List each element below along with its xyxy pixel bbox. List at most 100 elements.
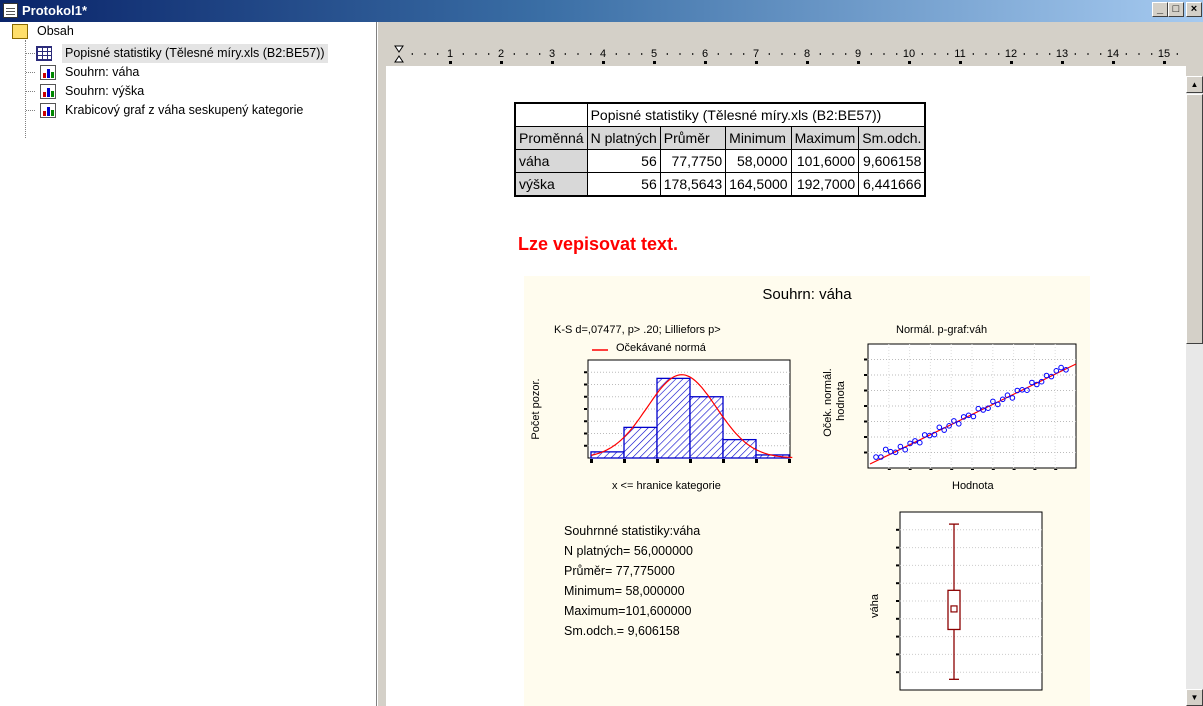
ruler-minor-tick	[832, 53, 834, 55]
row-header: Proměnná	[514, 126, 588, 150]
ruler-minor-tick	[577, 53, 579, 55]
pplot-y-tick	[864, 358, 867, 361]
indent-marker[interactable]	[394, 45, 404, 63]
stats-line: Sm.odch.= 9,606158	[564, 624, 680, 638]
legend-label: Očekávané normá	[616, 342, 706, 354]
graph-icon	[40, 65, 56, 80]
tree-item-summary-height[interactable]: Souhrn: výška	[36, 82, 147, 101]
graph-icon	[40, 84, 56, 99]
tree-root[interactable]: Obsah	[12, 22, 77, 41]
scroll-down-button[interactable]: ▼	[1186, 689, 1203, 706]
ruler-major-tick	[500, 61, 503, 64]
ruler-major-tick	[1061, 61, 1064, 64]
ruler-minor-tick	[921, 53, 923, 55]
histogram-y-tick	[584, 371, 587, 374]
row-name: váha	[514, 149, 588, 173]
ruler-label: 6	[702, 48, 708, 60]
ruler-minor-tick	[730, 53, 732, 55]
ruler-minor-tick	[972, 53, 974, 55]
minimize-button[interactable]: _	[1152, 2, 1168, 17]
ruler: 1 2 3 4 5 6 7 8 9 10 11 12 13 14 15	[386, 44, 1186, 64]
ruler-minor-tick	[1036, 53, 1038, 55]
title-bar: Protokol1* _ □ ×	[0, 0, 1203, 22]
box-ylabel: váha	[869, 593, 881, 618]
ruler-minor-tick	[1074, 53, 1076, 55]
pplot-y-tick	[864, 374, 867, 376]
ruler-minor-tick	[590, 53, 592, 55]
descriptive-stats-table: Popisné statistiky (Tělesné míry.xls (B2…	[514, 102, 927, 197]
pplot-x-tick	[908, 469, 912, 470]
ruler-minor-tick	[1151, 53, 1153, 55]
histogram-chart[interactable]	[562, 358, 794, 470]
box-y-tick	[896, 653, 899, 656]
ruler-minor-tick	[1125, 53, 1127, 55]
tree-item-descriptive-stats[interactable]: Popisné statistiky (Tělesné míry.xls (B2…	[36, 44, 328, 63]
ruler-minor-tick	[679, 53, 681, 55]
ruler-minor-tick	[870, 53, 872, 55]
ruler-major-tick	[449, 61, 452, 64]
column-header: Průměr	[659, 126, 727, 150]
table-cell: 101,6000	[790, 149, 860, 173]
ruler-label: 2	[498, 48, 504, 60]
scroll-thumb[interactable]	[1186, 94, 1203, 344]
ruler-label: 14	[1107, 48, 1119, 60]
histogram-y-tick	[584, 420, 587, 423]
ruler-minor-tick	[1049, 53, 1051, 55]
box-plot[interactable]	[884, 502, 1044, 692]
ruler-minor-tick	[437, 53, 439, 55]
histogram-xlabel: x <= hranice kategorie	[612, 480, 721, 492]
pplot-x-tick	[950, 469, 954, 470]
pplot-ylabel: Oček. normál. hodnota	[822, 365, 847, 437]
summary-graph-panel[interactable]: Souhrn: váha K-S d=,07477, p> .20; Lilli…	[524, 276, 1090, 706]
normal-probability-plot[interactable]	[854, 336, 1084, 470]
close-button[interactable]: ×	[1186, 2, 1202, 17]
pplot-ylabel-line2: hodnota	[835, 380, 847, 421]
table-row: váha 56 77,7750 58,0000 101,6000 9,60615…	[514, 149, 926, 173]
pplot-ylabel-line1: Oček. normál.	[822, 368, 834, 436]
ruler-label: 8	[804, 48, 810, 60]
stats-line: Průměr= 77,775000	[564, 564, 675, 578]
histogram-y-tick	[584, 444, 587, 447]
ruler-minor-tick	[539, 53, 541, 55]
histogram-y-tick	[584, 383, 587, 386]
ruler-minor-tick	[628, 53, 630, 55]
summary-title: Souhrn: váha	[762, 286, 852, 303]
ruler-label: 5	[651, 48, 657, 60]
histogram-x-tick	[689, 459, 692, 463]
box-y-tick	[896, 564, 899, 567]
ruler-minor-tick	[781, 53, 783, 55]
histogram-title: K-S d=,07477, p> .20; Lilliefors p>	[554, 324, 721, 336]
vertical-scrollbar[interactable]: ▲ ▼	[1186, 76, 1203, 706]
tree-item-box-plot[interactable]: Krabicový graf z váha seskupený kategori…	[36, 101, 306, 120]
ruler-minor-tick	[1100, 53, 1102, 55]
pplot-x-tick	[1033, 469, 1037, 470]
ruler-label: 10	[903, 48, 915, 60]
ruler-minor-tick	[411, 53, 413, 55]
free-text-note[interactable]: Lze vepisovat text.	[518, 234, 678, 255]
scroll-up-button[interactable]: ▲	[1186, 76, 1203, 93]
maximize-button[interactable]: □	[1168, 2, 1184, 17]
ruler-minor-tick	[794, 53, 796, 55]
histogram-x-tick	[590, 459, 593, 463]
ruler-major-tick	[704, 61, 707, 64]
ruler-label: 1	[447, 48, 453, 60]
ruler-major-tick	[959, 61, 962, 64]
pplot-y-tick	[864, 436, 867, 438]
tree-item-summary-weight[interactable]: Souhrn: váha	[36, 63, 142, 82]
pane-splitter[interactable]	[377, 22, 386, 706]
table-cell: 6,441666	[858, 172, 926, 197]
pplot-x-tick	[929, 469, 933, 470]
tree-item-label: Popisné statistiky (Tělesné míry.xls (B2…	[62, 44, 328, 63]
tree-item-label: Krabicový graf z váha seskupený kategori…	[65, 103, 304, 117]
ruler-label: 11	[954, 48, 965, 60]
box-y-tick	[896, 617, 899, 620]
pplot-ylabel-svg: Oček. normál. hodnota	[822, 365, 847, 437]
column-header: Minimum	[725, 126, 792, 150]
table-cell: 192,7000	[790, 172, 860, 197]
ruler-minor-tick	[947, 53, 949, 55]
histogram-y-tick	[584, 408, 587, 410]
ruler-minor-tick	[845, 53, 847, 55]
pplot-y-tick	[864, 389, 867, 392]
row-name: výška	[514, 172, 588, 197]
ruler-major-tick	[1163, 61, 1166, 64]
